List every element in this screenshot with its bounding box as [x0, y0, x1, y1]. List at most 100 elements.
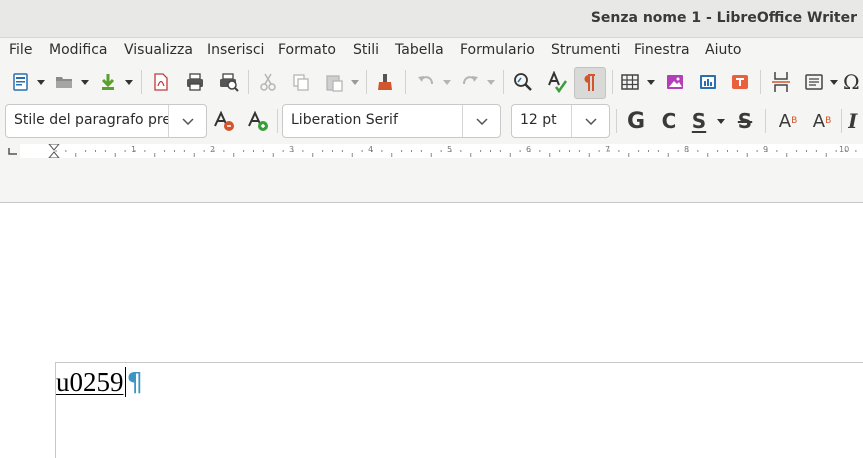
tab-stop-icon[interactable] — [8, 148, 18, 155]
paste-dropdown[interactable] — [350, 69, 360, 95]
toolbar-separator — [366, 70, 367, 94]
toolbar-separator — [760, 70, 761, 94]
formatting-toolbar: Stile del paragrafo pre Liberation Serif… — [0, 101, 863, 141]
document-background — [0, 161, 863, 203]
print-icon[interactable] — [182, 69, 208, 95]
image-icon[interactable] — [662, 69, 688, 95]
ruler-number: 6 — [526, 145, 532, 154]
spellcheck-icon[interactable] — [544, 69, 570, 95]
toolbar-separator — [248, 70, 249, 94]
menu-formulario[interactable]: Formulario — [460, 42, 535, 58]
paragraph-style-combo[interactable]: Stile del paragrafo pre — [5, 104, 207, 138]
paragraph-mark: ¶ — [126, 368, 144, 398]
font-size-combo[interactable]: 12 pt — [511, 104, 610, 138]
ruler-number: 4 — [368, 145, 374, 154]
save-icon[interactable] — [95, 69, 121, 95]
special-character-icon[interactable]: Ω — [843, 69, 863, 95]
export-pdf-icon[interactable] — [148, 69, 174, 95]
italic-button[interactable]: C — [656, 108, 682, 134]
print-preview-icon[interactable] — [216, 69, 242, 95]
menu-stili[interactable]: Stili — [353, 42, 379, 58]
redo-dropdown[interactable] — [486, 69, 496, 95]
toolbar-separator — [616, 109, 617, 133]
chevron-down-icon[interactable] — [168, 105, 206, 137]
ruler-number: 5 — [447, 145, 453, 154]
undo-dropdown[interactable] — [442, 69, 452, 95]
redo-icon[interactable] — [457, 69, 483, 95]
field-dropdown[interactable] — [829, 69, 839, 95]
new-document-dropdown[interactable] — [36, 69, 46, 95]
subscript-marker-icon: B — [825, 116, 832, 126]
new-style-icon[interactable] — [245, 108, 271, 134]
menu-strumenti[interactable]: Strumenti — [551, 42, 621, 58]
textbox-icon[interactable] — [727, 69, 753, 95]
open-folder-icon[interactable] — [51, 69, 77, 95]
toolbar-separator — [841, 109, 842, 133]
italic-style-button[interactable]: I — [848, 108, 863, 134]
paragraph[interactable]: u0259 ¶ — [56, 366, 143, 399]
underline-dropdown[interactable] — [716, 108, 726, 134]
ruler-number: 9 — [763, 145, 769, 154]
window-title: Senza nome 1 - LibreOffice Writer — [590, 10, 857, 26]
superscript-marker-icon: B — [791, 116, 798, 126]
cut-icon[interactable] — [255, 69, 281, 95]
chart-icon[interactable] — [695, 69, 721, 95]
menu-visualizza[interactable]: Visualizza — [124, 42, 193, 58]
undo-icon[interactable] — [413, 69, 439, 95]
menu-bar: File Modifica Visualizza Inserisci Forma… — [0, 38, 863, 63]
indent-marker-icon[interactable] — [48, 144, 60, 158]
chevron-down-icon[interactable] — [462, 105, 500, 137]
font-name-value: Liberation Serif — [291, 112, 398, 128]
save-dropdown[interactable] — [124, 69, 134, 95]
formatting-marks-icon[interactable] — [574, 67, 606, 99]
horizontal-ruler[interactable]: 1 2 3 4 5 6 7 8 9 10 — [0, 141, 863, 161]
title-bar: Senza nome 1 - LibreOffice Writer — [0, 0, 863, 38]
table-icon[interactable] — [617, 69, 643, 95]
subscript-label: A — [812, 110, 826, 132]
toolbar-separator — [612, 70, 613, 94]
menu-file[interactable]: File — [9, 42, 32, 58]
clone-formatting-icon[interactable] — [372, 69, 398, 95]
copy-icon[interactable] — [288, 69, 314, 95]
ruler-number: 2 — [210, 145, 216, 154]
strikethrough-button[interactable]: S — [732, 108, 758, 134]
toolbar-separator — [277, 109, 278, 133]
menu-formato[interactable]: Formato — [278, 42, 336, 58]
toolbar-separator — [405, 70, 406, 94]
ruler-number: 8 — [684, 145, 690, 154]
menu-aiuto[interactable]: Aiuto — [705, 42, 741, 58]
page-break-icon[interactable] — [768, 69, 794, 95]
font-name-combo[interactable]: Liberation Serif — [282, 104, 501, 138]
ruler-number: 10 — [839, 145, 850, 154]
underline-button[interactable]: S — [686, 108, 712, 134]
menu-finestra[interactable]: Finestra — [634, 42, 690, 58]
ruler-track[interactable]: 1 2 3 4 5 6 7 8 9 10 — [20, 144, 863, 158]
menu-modifica[interactable]: Modifica — [49, 42, 108, 58]
menu-inserisci[interactable]: Inserisci — [207, 42, 264, 58]
bold-button[interactable]: G — [623, 108, 649, 134]
ruler-ticks — [55, 150, 857, 157]
table-dropdown[interactable] — [646, 69, 656, 95]
document-page[interactable]: u0259 ¶ — [0, 204, 863, 458]
ruler-number: 7 — [605, 145, 611, 154]
paragraph-style-value: Stile del paragrafo pre — [14, 112, 168, 128]
subscript-button[interactable]: AB — [809, 108, 835, 134]
menu-tabella[interactable]: Tabella — [395, 42, 444, 58]
text-cursor — [124, 367, 126, 397]
update-style-icon[interactable] — [211, 108, 237, 134]
text-boundary-top — [55, 362, 863, 363]
standard-toolbar: Ω — [0, 63, 863, 101]
ruler-number: 3 — [289, 145, 295, 154]
superscript-button[interactable]: AB — [775, 108, 801, 134]
open-dropdown[interactable] — [80, 69, 90, 95]
document-text[interactable]: u0259 — [56, 367, 124, 397]
chevron-down-icon[interactable] — [571, 105, 609, 137]
field-icon[interactable] — [801, 69, 827, 95]
new-document-icon[interactable] — [8, 69, 34, 95]
ruler-number: 1 — [131, 145, 137, 154]
toolbar-separator — [765, 109, 766, 133]
toolbar-separator — [141, 70, 142, 94]
find-replace-icon[interactable] — [510, 69, 536, 95]
toolbar-separator — [503, 70, 504, 94]
paste-icon[interactable] — [321, 69, 347, 95]
